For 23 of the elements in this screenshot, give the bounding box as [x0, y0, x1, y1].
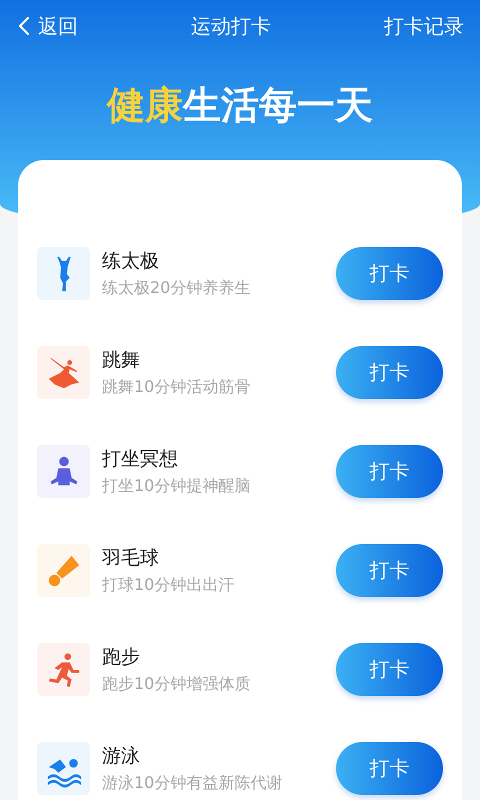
checkin-button[interactable]: 打卡 [336, 445, 443, 498]
activity-description: 练太极20分钟养养生 [102, 278, 252, 299]
page-title: 运动打卡 [191, 12, 271, 40]
headline: 健康生活每一天 [105, 82, 374, 129]
checkin-button[interactable]: 打卡 [336, 643, 443, 696]
activity-description: 跑步10分钟增强体质 [102, 674, 252, 695]
checkin-history-link[interactable]: 打卡记录 [384, 12, 464, 40]
activity-name: 游泳 [102, 744, 141, 769]
checkin-button[interactable]: 打卡 [336, 544, 443, 597]
activity-description: 打球10分钟出出汗 [102, 575, 236, 596]
activity-name: 练太极 [102, 249, 160, 274]
activity-name: 打坐冥想 [102, 447, 179, 472]
activity-name: 羽毛球 [102, 546, 160, 571]
back-button[interactable]: 返回 [18, 12, 78, 40]
activity-name: 跳舞 [102, 348, 141, 373]
checkin-button[interactable]: 打卡 [336, 247, 443, 300]
activity-name: 跑步 [102, 645, 141, 670]
activity-description: 打坐10分钟提神醒脑 [102, 476, 252, 497]
activity-description: 跳舞10分钟活动筋骨 [102, 377, 252, 398]
checkin-button[interactable]: 打卡 [336, 346, 443, 399]
back-icon [18, 16, 30, 36]
activity-description: 游泳10分钟有益新陈代谢 [102, 773, 284, 794]
checkin-button[interactable]: 打卡 [336, 742, 443, 795]
